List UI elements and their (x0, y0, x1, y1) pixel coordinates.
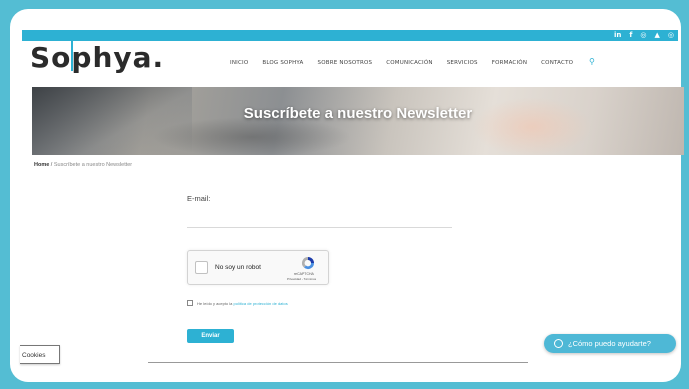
whatsapp-icon (554, 339, 563, 348)
search-icon[interactable]: ⚲ (589, 57, 595, 66)
nav-item-blog[interactable]: BLOG SOPHYA (262, 60, 303, 66)
recaptcha-label: No soy un robot (215, 264, 261, 271)
breadcrumb-current: Suscríbete a nuestro Newsletter (53, 162, 133, 168)
instagram-alt-icon[interactable]: ◎ (668, 30, 674, 41)
nav-item-sobre-nosotros[interactable]: SOBRE NOSOTROS (318, 60, 373, 66)
privacy-checkbox[interactable] (187, 300, 193, 306)
youtube-icon[interactable]: ▲ (655, 30, 660, 41)
site-logo[interactable]: Sophya. (30, 40, 164, 76)
instagram-icon[interactable]: ◎ (640, 30, 646, 41)
recaptcha-widget: No soy un robot reCAPTCHA Privacidad - T… (187, 250, 329, 285)
email-label: E-mail: (187, 194, 211, 203)
nav-item-servicios[interactable]: SERVICIOS (447, 60, 478, 66)
recaptcha-logo-icon (301, 256, 315, 270)
nav-item-formacion[interactable]: FORMACIÓN (492, 60, 527, 66)
email-field[interactable] (187, 212, 452, 228)
chat-button[interactable]: ¿Cómo puedo ayudarte? (544, 334, 676, 353)
recaptcha-terms[interactable]: Privacidad - Términos (287, 277, 316, 281)
linkedin-icon[interactable]: in (614, 30, 621, 41)
page-title: Suscríbete a nuestro Newsletter (243, 105, 473, 122)
privacy-text: He leído y acepto la política de protecc… (197, 300, 288, 306)
main-nav: INICIO BLOG SOPHYA SOBRE NOSOTROS COMUNI… (230, 60, 587, 66)
submit-button[interactable]: Enviar (187, 329, 234, 343)
hero-banner: Suscríbete a nuestro Newsletter (32, 87, 684, 155)
recaptcha-checkbox[interactable] (195, 261, 208, 274)
nav-item-inicio[interactable]: INICIO (230, 60, 248, 66)
nav-item-contacto[interactable]: CONTACTO (541, 60, 573, 66)
footer-divider (148, 362, 528, 363)
recaptcha-brand: reCAPTCHA (294, 272, 314, 276)
facebook-icon[interactable]: f (629, 30, 632, 41)
social-links: in f ◎ ▲ ◎ (614, 30, 674, 41)
logo-accent-bar (71, 37, 73, 71)
chat-label: ¿Cómo puedo ayudarte? (568, 339, 651, 348)
privacy-policy-link[interactable]: política de protección de datos (233, 301, 287, 306)
nav-item-comunicacion[interactable]: COMUNICACIÓN (386, 60, 433, 66)
hero-image-shade-middle (152, 117, 352, 155)
breadcrumb-home[interactable]: Home (34, 162, 49, 168)
breadcrumb: Home / Suscríbete a nuestro Newsletter (34, 162, 132, 168)
cookies-tab[interactable]: Cookies (20, 345, 60, 364)
privacy-consent: He leído y acepto la política de protecc… (187, 300, 288, 306)
